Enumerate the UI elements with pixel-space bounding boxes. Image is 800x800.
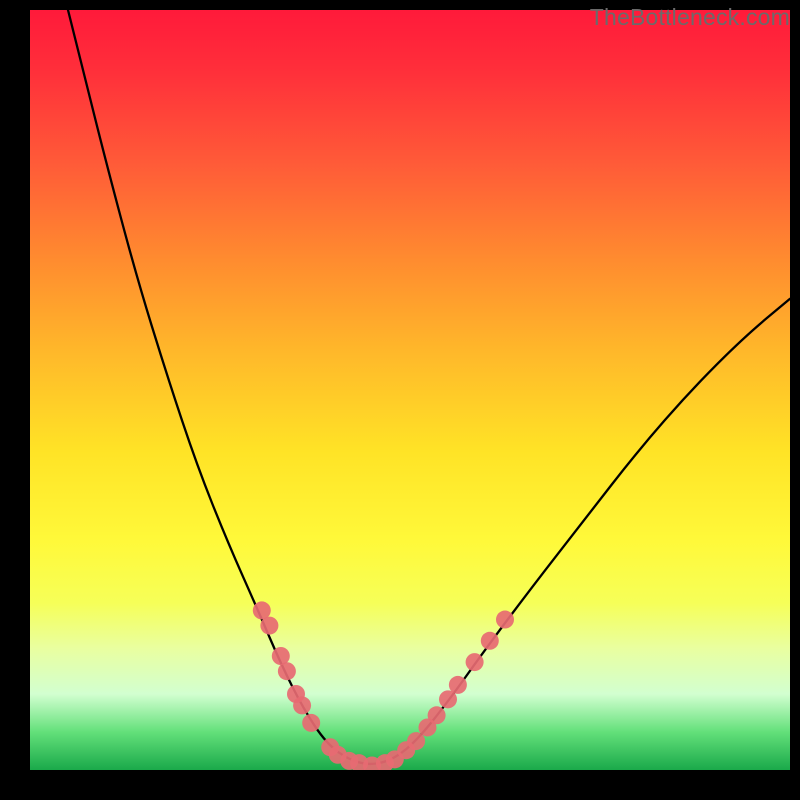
chart-stage: TheBottleneck.com [0, 0, 800, 800]
data-marker [449, 676, 467, 694]
data-marker [293, 696, 311, 714]
plot-area [30, 10, 790, 770]
bottleneck-curve [68, 10, 790, 764]
data-marker [481, 632, 499, 650]
data-marker [496, 611, 514, 629]
data-marker [278, 662, 296, 680]
watermark-text: TheBottleneck.com [590, 4, 790, 31]
data-marker [466, 653, 484, 671]
data-marker [302, 714, 320, 732]
chart-svg [30, 10, 790, 770]
data-marker [260, 617, 278, 635]
data-marker [428, 706, 446, 724]
